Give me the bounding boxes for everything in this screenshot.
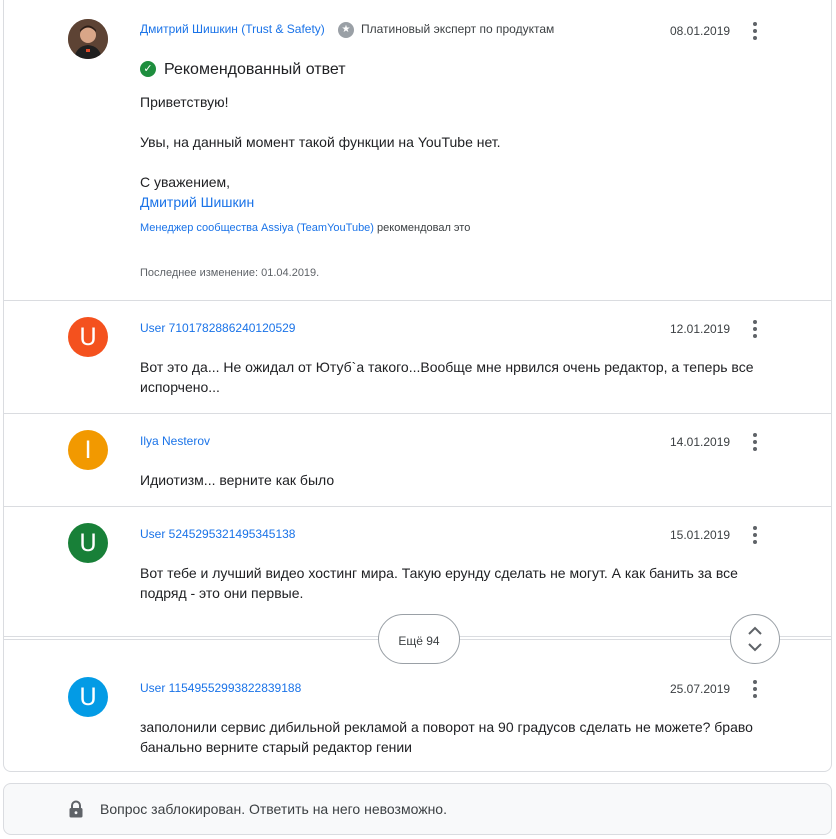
last-edited: Последнее изменение: 01.04.2019. — [140, 267, 320, 279]
reply-greeting: Приветствую! — [140, 94, 229, 110]
reply-body: Вот это да... Не ожидал от Ютуб`а такого… — [140, 359, 754, 395]
author-name[interactable]: User 11549552993822839188 — [140, 681, 301, 695]
recommended-suffix: рекомендовал это — [377, 222, 471, 234]
load-more-button[interactable]: Ещё 94 — [378, 614, 460, 664]
author-name[interactable]: User 5245295321495345138 — [140, 527, 295, 541]
reply-item: I Ilya Nesterov 14.01.2019 Идиотизм... в… — [4, 414, 831, 507]
locked-message: Вопрос заблокирован. Ответить на него не… — [100, 801, 447, 817]
author-avatar[interactable]: I — [68, 430, 108, 470]
author-avatar[interactable]: U — [68, 677, 108, 717]
more-vert-icon[interactable] — [746, 20, 764, 42]
reply-recommended: Дмитрий Шишкин (Trust & Safety) ★ Платин… — [4, 0, 831, 301]
star-badge-icon: ★ — [338, 22, 354, 38]
author-avatar[interactable]: U — [68, 523, 108, 563]
reply-body: заполонили сервис дибильной рекламой а п… — [140, 719, 753, 755]
recommended-label: Рекомендованный ответ — [164, 61, 346, 78]
unfold-icon — [748, 626, 762, 652]
recommender-link[interactable]: Менеджер сообщества Assiya (TeamYouTube) — [140, 222, 374, 234]
author-name[interactable]: Дмитрий Шишкин (Trust & Safety) — [140, 22, 325, 36]
reply-body: Увы, на данный момент такой функции на Y… — [140, 134, 501, 150]
expand-all-button[interactable] — [730, 614, 780, 664]
more-vert-icon[interactable] — [746, 318, 764, 340]
check-circle-icon: ✓ — [140, 61, 156, 77]
author-name[interactable]: Ilya Nesterov — [140, 434, 210, 448]
more-vert-icon[interactable] — [746, 678, 764, 700]
reply-thread: Дмитрий Шишкин (Trust & Safety) ★ Платин… — [3, 0, 832, 772]
post-date: 12.01.2019 — [670, 322, 731, 336]
question-locked-notice: Вопрос заблокирован. Ответить на него не… — [3, 783, 832, 835]
author-name[interactable]: User 7101782886240120529 — [140, 321, 295, 335]
more-vert-icon[interactable] — [746, 431, 764, 453]
reply-regards: С уважением, — [140, 174, 231, 190]
post-date: 15.01.2019 — [670, 528, 731, 542]
post-date: 08.01.2019 — [670, 24, 731, 38]
reply-item: U User 7101782886240120529 12.01.2019 Во… — [4, 301, 831, 414]
author-badge: Платиновый эксперт по продуктам — [361, 22, 555, 36]
avatar-photo-icon — [68, 19, 108, 59]
lock-icon — [69, 800, 83, 818]
reply-body: Вот тебе и лучший видео хостинг мира. Та… — [140, 565, 738, 601]
recommended-by-line: Менеджер сообщества Assiya (TeamYouTube)… — [140, 222, 470, 234]
post-date: 14.01.2019 — [670, 435, 731, 449]
reply-item: U User 11549552993822839188 25.07.2019 з… — [4, 661, 831, 771]
reply-body: Идиотизм... верните как было — [140, 472, 335, 488]
author-avatar[interactable]: U — [68, 317, 108, 357]
author-avatar[interactable] — [68, 19, 108, 59]
more-vert-icon[interactable] — [746, 524, 764, 546]
signature-link[interactable]: Дмитрий Шишкин — [140, 194, 254, 210]
post-date: 25.07.2019 — [670, 682, 731, 696]
